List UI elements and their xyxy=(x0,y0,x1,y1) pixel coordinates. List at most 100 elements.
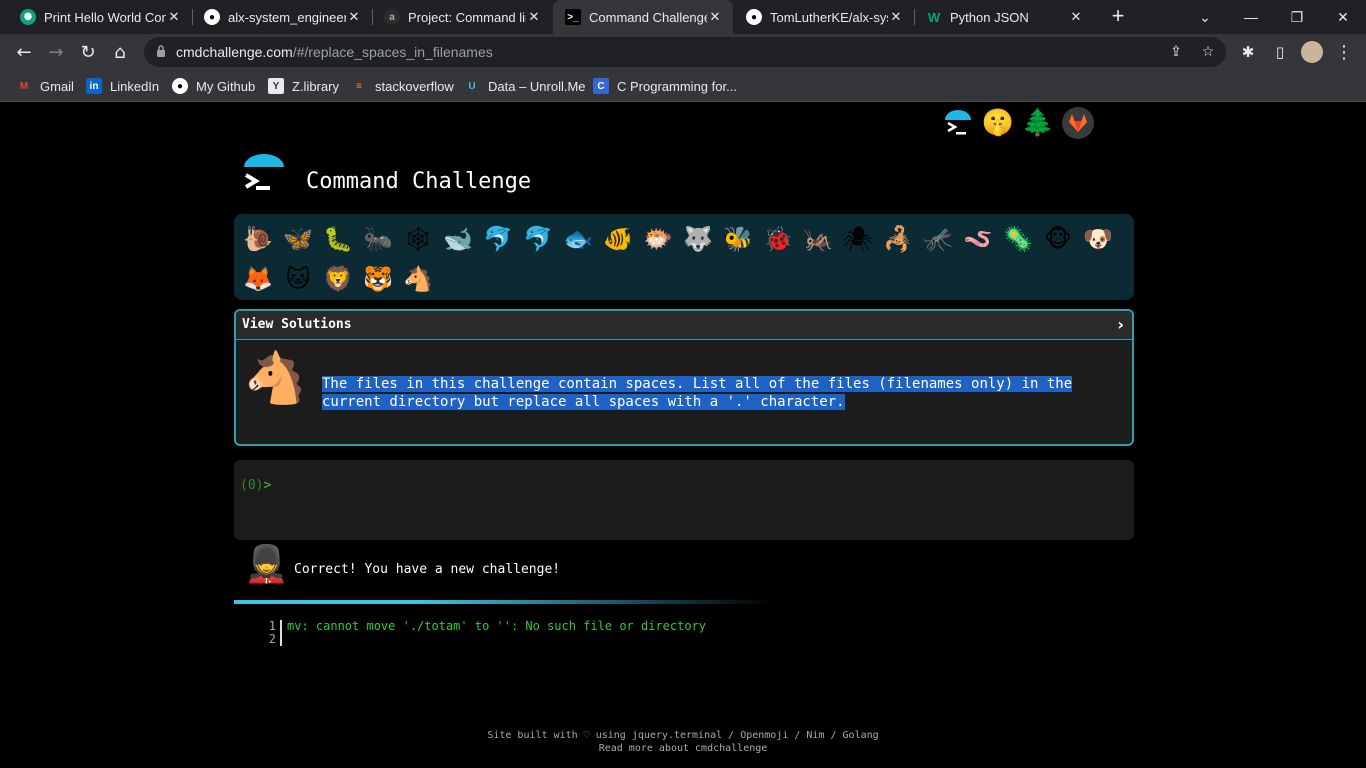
forward-button[interactable]: → xyxy=(42,38,70,66)
tab-alx-system-engineering[interactable]: ● alx-system_engineerin ✕ xyxy=(192,0,372,34)
tab-python-json[interactable]: W Python JSON ✕ xyxy=(914,0,1094,34)
site-logo-icon xyxy=(244,154,284,190)
challenge-emoji-icon[interactable]: 🐬 xyxy=(478,219,518,259)
bookmark-label: stackoverflow xyxy=(375,78,454,94)
zlibrary-icon: Y xyxy=(268,78,284,94)
reload-button[interactable]: ↻ xyxy=(74,38,102,66)
horse-icon: 🐴 xyxy=(244,349,307,407)
challenge-emoji-icon[interactable]: 🐱 xyxy=(278,259,318,299)
envelope-icon[interactable]: ✉ xyxy=(1102,107,1134,139)
side-panel-icon[interactable]: ▯ xyxy=(1266,38,1294,66)
output-line: 2 xyxy=(264,633,706,646)
minimize-button[interactable]: — xyxy=(1228,0,1274,34)
challenge-emoji-icon[interactable]: 🐶 xyxy=(1078,219,1118,259)
challenge-emoji-icon[interactable]: 🦁 xyxy=(318,259,358,299)
output-text: mv: cannot move './totam' to '': No such… xyxy=(287,619,707,633)
terminal-icon[interactable] xyxy=(942,107,974,139)
shushing-face-icon[interactable]: 🤫 xyxy=(982,107,1014,139)
challenge-emoji-icon[interactable]: 🐌 xyxy=(238,219,278,259)
share-icon[interactable]: ⇪ xyxy=(1168,44,1184,60)
challenge-emoji-icon[interactable]: 🪱 xyxy=(958,219,998,259)
tab-print-hello-world[interactable]: ✺ Print Hello World Com ✕ xyxy=(8,0,192,34)
new-tab-button[interactable]: + xyxy=(1106,5,1130,29)
challenge-emoji-icon[interactable]: 🦊 xyxy=(238,259,278,299)
bookmark-gmail[interactable]: M Gmail xyxy=(16,76,74,96)
close-icon[interactable]: ✕ xyxy=(707,9,723,25)
progress-bar xyxy=(234,600,774,604)
stackoverflow-icon: ≡ xyxy=(356,80,362,92)
bookmark-unrollme[interactable]: U Data – Unroll.Me xyxy=(464,76,586,96)
url-path: /#/replace_spaces_in_filenames xyxy=(292,44,493,60)
bookmark-label: Data – Unroll.Me xyxy=(488,78,586,94)
back-button[interactable]: ← xyxy=(10,38,38,66)
star-icon[interactable]: ☆ xyxy=(1200,44,1216,60)
browser-toolbar: ← → ↻ ⌂ cmdchallenge.com/#/replace_space… xyxy=(0,34,1366,70)
tab-search-button[interactable]: ⌄ xyxy=(1182,0,1228,34)
challenge-emoji-icon[interactable]: 🐡 xyxy=(638,219,678,259)
challenge-emoji-icon[interactable]: 🐺 xyxy=(678,219,718,259)
challenge-emoji-icon[interactable]: 🐋 xyxy=(438,219,478,259)
close-icon[interactable]: ✕ xyxy=(888,9,904,25)
challenge-emoji-icon[interactable]: 🐛 xyxy=(318,219,358,259)
challenge-emoji-icon[interactable]: 🦟 xyxy=(918,219,958,259)
challenge-emoji-icon[interactable]: 🐬 xyxy=(518,219,558,259)
challenge-emoji-icon[interactable]: 🐟 xyxy=(558,219,598,259)
bookmark-stackoverflow[interactable]: ≡ stackoverflow xyxy=(351,76,454,96)
home-button[interactable]: ⌂ xyxy=(106,38,134,66)
tree-icon[interactable]: 🌲 xyxy=(1022,107,1054,139)
challenge-emoji-icon[interactable]: 🐜 xyxy=(358,219,398,259)
extensions-icon[interactable]: ✱ xyxy=(1234,38,1262,66)
bookmark-c-programming[interactable]: C C Programming for... xyxy=(593,76,737,96)
close-window-button[interactable]: ✕ xyxy=(1320,0,1366,34)
challenge-emoji-icon[interactable]: 🦠 xyxy=(998,219,1038,259)
challenge-emoji-icon[interactable]: 🐠 xyxy=(598,219,638,259)
prompt-counter: (0) xyxy=(240,478,264,493)
gitlab-icon[interactable] xyxy=(1062,107,1094,139)
terminal-input[interactable]: (0)> xyxy=(234,460,1134,540)
tab-label: Project: Command line xyxy=(408,9,526,25)
challenge-emoji-icon[interactable]: 🦂 xyxy=(878,219,918,259)
tab-label: TomLutherKE/alx-syste xyxy=(770,9,888,25)
close-icon[interactable]: ✕ xyxy=(1068,9,1084,25)
view-solutions-header[interactable]: View Solutions › xyxy=(236,311,1132,340)
tab-tomlutherke-alx[interactable]: ● TomLutherKE/alx-syste ✕ xyxy=(734,0,914,34)
close-icon[interactable]: ✕ xyxy=(346,9,362,25)
github-icon: ● xyxy=(172,78,188,94)
github-icon: ● xyxy=(204,9,220,25)
url-text: cmdchallenge.com/#/replace_spaces_in_fil… xyxy=(176,44,493,60)
tab-command-challenge[interactable]: >_ Command Challenge! ✕ xyxy=(553,0,733,34)
challenge-emoji-icon[interactable]: 🦋 xyxy=(278,219,318,259)
challenge-emoji-icon[interactable]: 🐞 xyxy=(758,219,798,259)
tab-label: Python JSON xyxy=(950,9,1029,25)
guard-icon: 💂 xyxy=(244,544,289,585)
challenge-emoji-icon[interactable]: 🐯 xyxy=(358,259,398,299)
bookmark-linkedin[interactable]: in LinkedIn xyxy=(86,76,159,96)
footer-read-more-link[interactable]: Read more about cmdchallenge xyxy=(0,742,1366,755)
restore-button[interactable]: ❐ xyxy=(1274,0,1320,34)
challenge-emoji-icon[interactable]: 🕸 xyxy=(398,219,438,259)
bookmark-my-github[interactable]: ● My Github xyxy=(172,76,255,96)
bookmark-zlibrary[interactable]: Y Z.library xyxy=(268,76,339,96)
output-line: 1 mv: cannot move './totam' to '': No su… xyxy=(264,620,706,633)
close-icon[interactable]: ✕ xyxy=(166,9,182,25)
tab-project-command-line[interactable]: a Project: Command line ✕ xyxy=(372,0,552,34)
challenge-emoji-icon[interactable]: 🕷 xyxy=(838,219,878,259)
tab-label: Print Hello World Com xyxy=(44,9,166,25)
chatgpt-icon: ✺ xyxy=(20,9,36,25)
challenge-emoji-icon[interactable]: 🐵 xyxy=(1038,219,1078,259)
challenge-emoji-icon[interactable]: 🐴 xyxy=(398,259,438,299)
address-bar[interactable]: cmdchallenge.com/#/replace_spaces_in_fil… xyxy=(144,37,1226,67)
challenge-emoji-icon[interactable]: 🦗 xyxy=(798,219,838,259)
close-icon[interactable]: ✕ xyxy=(526,9,542,25)
alx-icon: a xyxy=(384,9,400,25)
status-message: Correct! You have a new challenge! xyxy=(294,562,561,577)
challenge-emoji-icon[interactable]: 🐝 xyxy=(718,219,758,259)
challenge-box: View Solutions › 🐴 The files in this cha… xyxy=(234,309,1134,446)
avatar[interactable] xyxy=(1298,38,1326,66)
menu-icon[interactable]: ⋮ xyxy=(1330,38,1358,66)
view-solutions-label: View Solutions xyxy=(242,317,352,332)
bookmark-label: Z.library xyxy=(292,78,339,94)
tab-label: Command Challenge! xyxy=(589,9,707,25)
chevron-right-icon[interactable]: › xyxy=(1117,315,1124,334)
bookmark-label: My Github xyxy=(196,78,256,94)
